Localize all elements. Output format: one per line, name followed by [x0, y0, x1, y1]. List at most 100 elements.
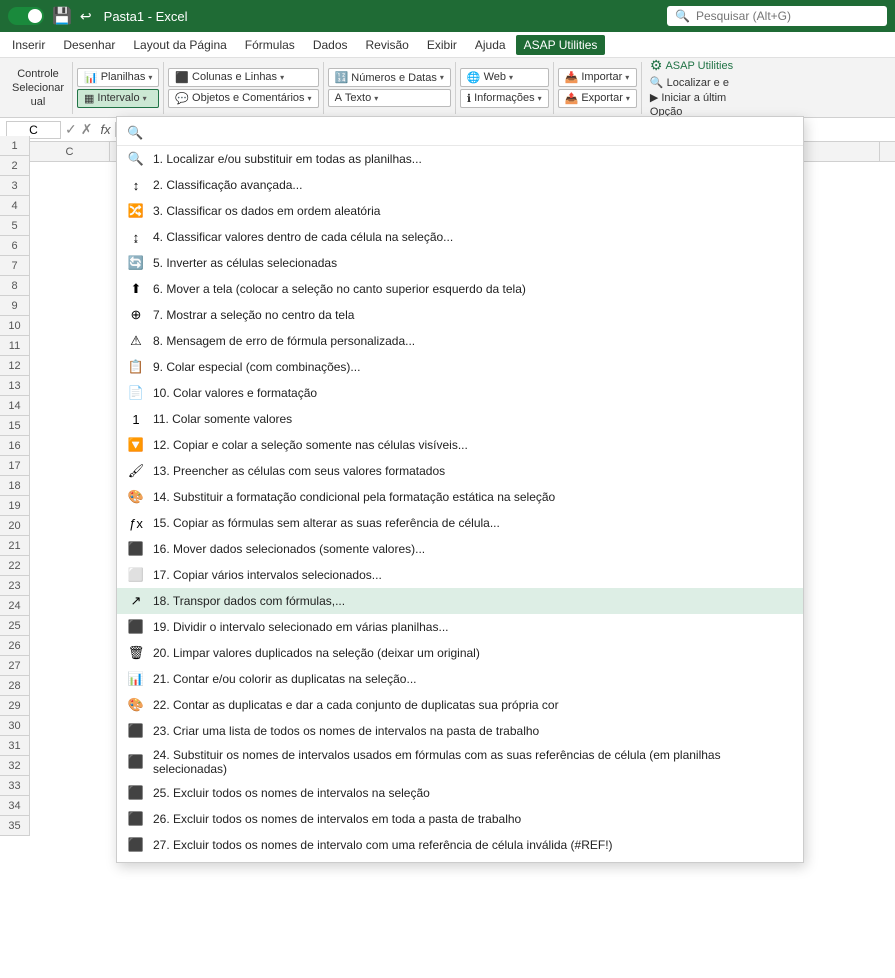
importar-dropdown[interactable]: 📥 Importar ▾ — [558, 68, 637, 87]
dropdown-item-26[interactable]: ⬛26. Excluir todos os nomes de intervalo… — [117, 806, 803, 832]
dropdown-item-16[interactable]: ⬛16. Mover dados selecionados (somente v… — [117, 536, 803, 562]
menu-item-ajuda[interactable]: Ajuda — [467, 35, 514, 55]
toggle-switch[interactable] — [8, 7, 44, 25]
dropdown-item-10[interactable]: 📄10. Colar valores e formatação — [117, 380, 803, 406]
dropdown-item-icon-27: ⬛ — [127, 836, 145, 854]
row-num-5: 5 — [0, 216, 29, 236]
dropdown-item-text-5: 5. Inverter as células selecionadas — [153, 256, 337, 270]
row-num-23: 23 — [0, 576, 29, 596]
dropdown-item-text-3: 3. Classificar os dados em ordem aleatór… — [153, 204, 380, 218]
dropdown-item-1[interactable]: 🔍1. Localizar e/ou substituir em todas a… — [117, 146, 803, 172]
row-num-8: 8 — [0, 276, 29, 296]
informacoes-label: Informações — [474, 92, 535, 104]
menu-item-inserir[interactable]: Inserir — [4, 35, 53, 55]
dropdown-item-7[interactable]: ⊕7. Mostrar a seleção no centro da tela — [117, 302, 803, 328]
row-num-2: 2 — [0, 156, 29, 176]
row-num-1: 1 — [0, 136, 29, 156]
dropdown-item-2[interactable]: ↕2. Classificação avançada... — [117, 172, 803, 198]
dropdown-item-icon-16: ⬛ — [127, 540, 145, 558]
row-num-10: 10 — [0, 316, 29, 336]
menu-item-dados[interactable]: Dados — [305, 35, 356, 55]
dropdown-item-4[interactable]: ↨4. Classificar valores dentro de cada c… — [117, 224, 803, 250]
dropdown-item-5[interactable]: 🔄5. Inverter as células selecionadas — [117, 250, 803, 276]
row-num-7: 7 — [0, 256, 29, 276]
dropdown-item-6[interactable]: ⬆6. Mover a tela (colocar a seleção no c… — [117, 276, 803, 302]
exportar-icon: 📤 — [565, 92, 579, 105]
toggle-knob — [28, 9, 42, 23]
menu-item-asap[interactable]: ASAP Utilities — [516, 35, 606, 55]
dropdown-item-21[interactable]: 📊21. Contar e/ou colorir as duplicatas n… — [117, 666, 803, 692]
ual-btn[interactable]: ual — [31, 96, 46, 108]
localizar-btn[interactable]: 🔍 Localizar e e — [650, 76, 733, 89]
ribbon: Controle Selecionar ual 📊 Planilhas ▾ ▦ … — [0, 58, 895, 118]
col-header-c[interactable]: C — [30, 142, 110, 161]
informacoes-dropdown[interactable]: ℹ Informações ▾ — [460, 89, 549, 108]
texto-dropdown[interactable]: A Texto ▾ — [328, 89, 451, 107]
dropdown-item-3[interactable]: 🔀3. Classificar os dados em ordem aleató… — [117, 198, 803, 224]
undo-icon[interactable]: ↩ — [80, 8, 92, 25]
dropdown-item-icon-12: 🔽 — [127, 436, 145, 454]
asap-utilities-btn[interactable]: ⚙ ASAP Utilities — [650, 57, 733, 74]
dropdown-item-25[interactable]: ⬛ 25. Excluir todos os nomes de intervalo… — [117, 780, 803, 806]
exportar-dropdown[interactable]: 📤 Exportar ▾ — [558, 89, 637, 108]
row-num-29: 29 — [0, 696, 29, 716]
numeros-label: Números e Datas — [351, 72, 437, 84]
dropdown-item-text-10: 10. Colar valores e formatação — [153, 386, 317, 400]
dropdown-item-text-25: 25. Excluir todos os nomes de intervalos… — [153, 786, 430, 800]
dropdown-item-18[interactable]: ↗18. Transpor dados com fórmulas,... — [117, 588, 803, 614]
dropdown-item-icon-1: 🔍 — [127, 150, 145, 168]
selecionar-btn[interactable]: Selecionar — [12, 82, 64, 94]
colunas-chevron: ▾ — [280, 73, 284, 82]
web-dropdown[interactable]: 🌐 Web ▾ — [460, 68, 549, 87]
row-num-6: 6 — [0, 236, 29, 256]
texto-label: Texto — [345, 92, 371, 104]
dropdown-item-27[interactable]: ⬛27. Excluir todos os nomes de intervalo… — [117, 832, 803, 858]
search-input[interactable] — [696, 9, 879, 23]
menu-item-desenhar[interactable]: Desenhar — [55, 35, 123, 55]
colunas-dropdown[interactable]: ⬛ Colunas e Linhas ▾ — [168, 68, 318, 87]
menu-item-layout[interactable]: Layout da Página — [125, 35, 234, 55]
row-num-14: 14 — [0, 396, 29, 416]
top-bar: 💾 ↩ Pasta1 - Excel 🔍 — [0, 0, 895, 32]
importar-icon: 📥 — [565, 71, 579, 84]
numeros-dropdown[interactable]: 🔢 Números e Datas ▾ — [328, 68, 451, 87]
dropdown-item-icon-11: 1 — [127, 410, 145, 428]
save-icon[interactable]: 💾 — [52, 6, 72, 26]
controle-btn[interactable]: Controle — [17, 68, 59, 80]
objetos-dropdown[interactable]: 💬 Objetos e Comentários ▾ — [168, 89, 318, 108]
web-icon: 🌐 — [467, 71, 481, 84]
ribbon-group-planilhas: 📊 Planilhas ▾ ▦ Intervalo ▾ — [73, 62, 164, 114]
formula-cancel: ✗ — [81, 121, 93, 138]
iniciar-btn[interactable]: ▶ Iniciar a últim — [650, 91, 733, 104]
dropdown-search-input[interactable] — [149, 126, 793, 140]
menu-item-exibir[interactable]: Exibir — [419, 35, 465, 55]
planilhas-dropdown[interactable]: 📊 Planilhas ▾ — [77, 68, 159, 87]
objetos-label: Objetos e Comentários — [192, 92, 305, 104]
dropdown-item-14[interactable]: 🎨14. Substituir a formatação condicional… — [117, 484, 803, 510]
intervalo-dropdown[interactable]: ▦ Intervalo ▾ — [77, 89, 159, 108]
menu-item-formulas[interactable]: Fórmulas — [237, 35, 303, 55]
dropdown-item-text-21: 21. Contar e/ou colorir as duplicatas na… — [153, 672, 416, 686]
dropdown-item-17[interactable]: ⬜17. Copiar vários intervalos selecionad… — [117, 562, 803, 588]
dropdown-item-9[interactable]: 📋9. Colar especial (com combinações)... — [117, 354, 803, 380]
dropdown-item-12[interactable]: 🔽12. Copiar e colar a seleção somente na… — [117, 432, 803, 458]
dropdown-item-22[interactable]: 🎨22. Contar as duplicatas e dar a cada c… — [117, 692, 803, 718]
dropdown-item-icon-25: ⬛ — [127, 784, 145, 802]
exportar-label: Exportar — [581, 92, 623, 104]
dropdown-item-19[interactable]: ⬛19. Dividir o intervalo selecionado em … — [117, 614, 803, 640]
dropdown-item-8[interactable]: ⚠8. Mensagem de erro de fórmula personal… — [117, 328, 803, 354]
menu-item-revisao[interactable]: Revisão — [358, 35, 417, 55]
row-num-28: 28 — [0, 676, 29, 696]
dropdown-item-20[interactable]: 🗑20. Limpar valores duplicados na seleçã… — [117, 640, 803, 666]
dropdown-item-23[interactable]: ⬛23. Criar uma lista de todos os nomes d… — [117, 718, 803, 744]
dropdown-item-15[interactable]: ƒx15. Copiar as fórmulas sem alterar as … — [117, 510, 803, 536]
row-num-18: 18 — [0, 476, 29, 496]
texto-icon: A — [335, 92, 342, 104]
dropdown-item-13[interactable]: 🖌13. Preencher as células com seus valor… — [117, 458, 803, 484]
objetos-icon: 💬 — [175, 92, 189, 105]
search-box[interactable]: 🔍 — [667, 6, 887, 26]
row-num-12: 12 — [0, 356, 29, 376]
dropdown-item-11[interactable]: 111. Colar somente valores — [117, 406, 803, 432]
dropdown-item-icon-14: 🎨 — [127, 488, 145, 506]
dropdown-item-24[interactable]: ⬛24. Substituir os nomes de intervalos u… — [117, 744, 803, 780]
